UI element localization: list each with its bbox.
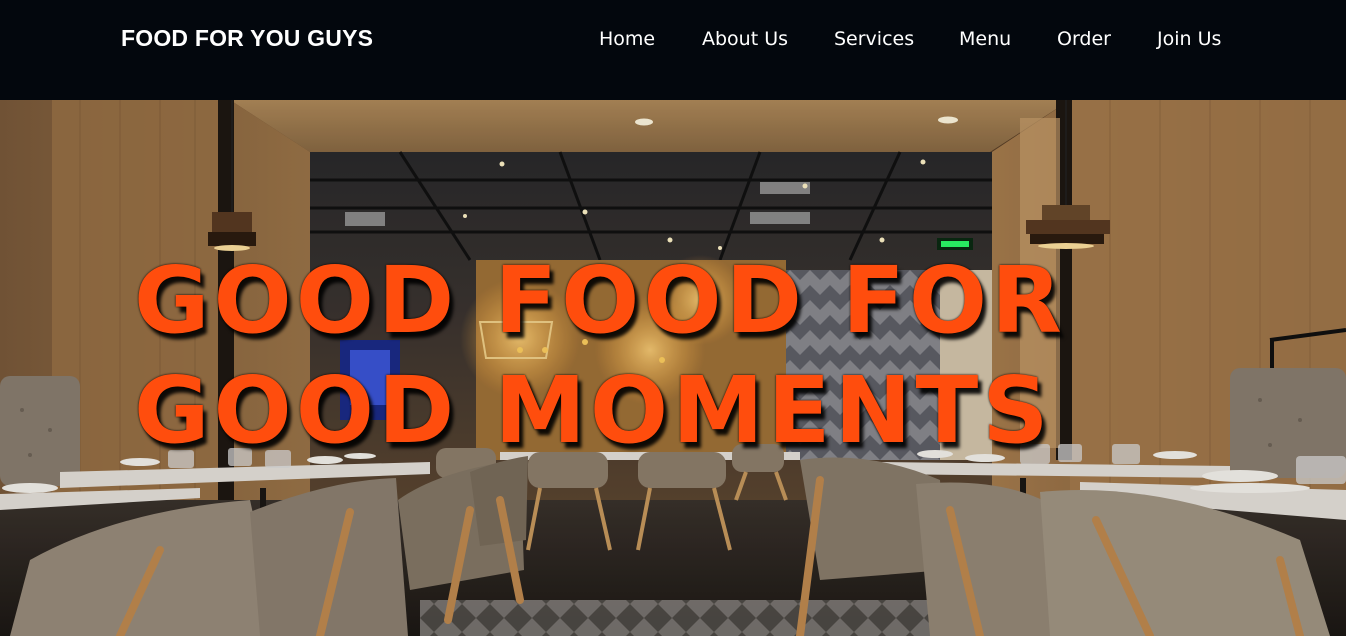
hero-section: GOOD FOOD FOR GOOD MOMENTS bbox=[0, 100, 1346, 636]
nav-order[interactable]: Order bbox=[1057, 26, 1111, 52]
hero-headline-line2: GOOD MOMENTS bbox=[134, 357, 1053, 464]
hero-headline-line1: GOOD FOOD FOR bbox=[134, 247, 1066, 354]
main-nav: Home About Us Services Menu Order Join U… bbox=[0, 26, 1346, 54]
hero-headline: GOOD FOOD FOR GOOD MOMENTS bbox=[134, 246, 1134, 466]
nav-home[interactable]: Home bbox=[599, 26, 655, 52]
nav-services[interactable]: Services bbox=[834, 26, 914, 52]
top-navbar: FOOD FOR YOU GUYS Home About Us Services… bbox=[0, 0, 1346, 100]
nav-about-us[interactable]: About Us bbox=[702, 26, 788, 52]
nav-join-us[interactable]: Join Us bbox=[1157, 26, 1221, 52]
nav-menu[interactable]: Menu bbox=[959, 26, 1011, 52]
